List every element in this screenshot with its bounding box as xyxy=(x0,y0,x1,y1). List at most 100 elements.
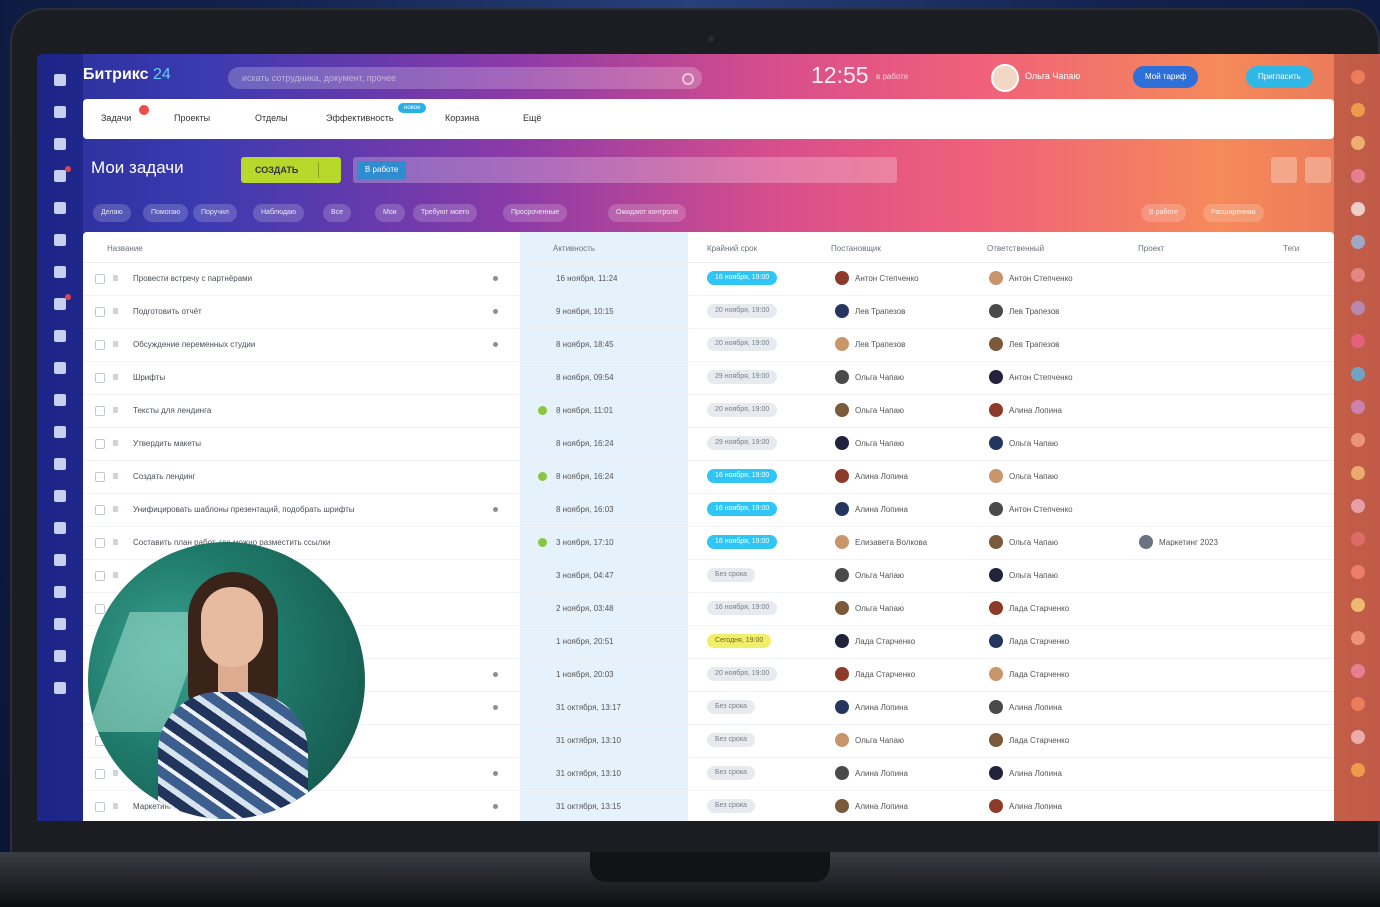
chat-avatar-icon[interactable] xyxy=(1351,70,1365,84)
chat-avatar-icon[interactable] xyxy=(1351,565,1365,579)
creator-name[interactable]: Лада Старченко xyxy=(855,670,915,679)
chat-avatar-icon[interactable] xyxy=(1351,268,1365,282)
pin-icon[interactable] xyxy=(113,770,118,776)
chat-avatar-icon[interactable] xyxy=(1351,235,1365,249)
task-title[interactable]: Утвердить макеты xyxy=(133,439,201,448)
responsible-name[interactable]: Ольга Чапаю xyxy=(1009,439,1058,448)
sidebar-item-icon[interactable] xyxy=(54,522,66,534)
column-header[interactable]: Название xyxy=(107,244,143,253)
row-checkbox[interactable] xyxy=(95,340,105,350)
task-title[interactable]: Тексты для лендинга xyxy=(133,406,211,415)
creator-name[interactable]: Лев Трапезов xyxy=(855,340,905,349)
sidebar-item-icon[interactable] xyxy=(54,294,71,310)
deadline-badge[interactable]: 16 ноября, 19:00 xyxy=(707,502,778,516)
lightning-icon[interactable] xyxy=(1305,157,1331,183)
filter-chip[interactable]: Расширенная xyxy=(1203,204,1264,222)
creator-name[interactable]: Ольга Чапаю xyxy=(855,571,904,580)
task-title[interactable]: Подготовить отчёт xyxy=(133,307,202,316)
row-checkbox[interactable] xyxy=(95,604,105,614)
creator-name[interactable]: Ольга Чапаю xyxy=(855,604,904,613)
chat-avatar-icon[interactable] xyxy=(1351,334,1365,348)
responsible-name[interactable]: Антон Степченко xyxy=(1009,373,1073,382)
filter-search-input[interactable]: В работе xyxy=(353,157,897,183)
table-row[interactable]: Шрифты 8 ноября, 09:54 29 ноября, 19:00 Оль… xyxy=(83,361,1334,395)
pin-icon[interactable] xyxy=(113,308,118,314)
row-checkbox[interactable] xyxy=(95,439,105,449)
deadline-badge[interactable]: Без срока xyxy=(707,733,755,747)
column-header[interactable]: Проект xyxy=(1138,244,1164,253)
deadline-badge[interactable]: 20 ноября, 19:00 xyxy=(707,667,778,681)
creator-name[interactable]: Ольга Чапаю xyxy=(855,373,904,382)
chat-avatar-icon[interactable] xyxy=(1351,532,1365,546)
table-row[interactable]: Унифицировать шаблоны презентаций, подоб… xyxy=(83,493,1334,527)
row-checkbox[interactable] xyxy=(95,472,105,482)
sidebar-item-icon[interactable] xyxy=(54,682,66,694)
chat-avatar-icon[interactable] xyxy=(1351,202,1365,216)
table-row[interactable]: Утвердить макеты 8 ноября, 16:24 29 ноября… xyxy=(83,427,1334,461)
row-checkbox[interactable] xyxy=(95,505,105,515)
pin-icon[interactable] xyxy=(113,539,118,545)
deadline-badge[interactable]: 16 ноября, 19:00 xyxy=(707,271,778,285)
sidebar-item-icon[interactable] xyxy=(54,618,66,630)
row-checkbox[interactable] xyxy=(95,802,105,812)
filter-chip[interactable]: Помогаю xyxy=(143,204,189,222)
sidebar-item-icon[interactable] xyxy=(54,426,66,438)
app-logo[interactable]: Битрикс 24 xyxy=(83,66,171,84)
tab-more[interactable]: Ещё xyxy=(523,113,541,123)
filter-chip[interactable]: Поручил xyxy=(193,204,237,222)
invite-button[interactable]: Пригласить xyxy=(1246,66,1313,88)
pin-icon[interactable] xyxy=(113,407,118,413)
creator-name[interactable]: Елизавета Волкова xyxy=(855,538,927,547)
chat-avatar-icon[interactable] xyxy=(1351,664,1365,678)
filter-chip[interactable]: Требуют моего xyxy=(413,204,478,222)
responsible-name[interactable]: Ольга Чапаю xyxy=(1009,472,1058,481)
creator-name[interactable]: Ольга Чапаю xyxy=(855,736,904,745)
sidebar-item-icon[interactable] xyxy=(54,166,71,182)
tab-departments[interactable]: Отделы xyxy=(255,113,288,123)
tariff-button[interactable]: Мой тариф xyxy=(1133,66,1199,88)
responsible-name[interactable]: Алина Лопина xyxy=(1009,703,1062,712)
pin-icon[interactable] xyxy=(113,341,118,347)
work-status[interactable]: в работе xyxy=(876,72,908,81)
creator-name[interactable]: Лада Старченко xyxy=(855,637,915,646)
responsible-name[interactable]: Лада Старченко xyxy=(1009,637,1069,646)
table-row[interactable]: Провести встречу с партнёрами 16 ноября, … xyxy=(83,262,1334,296)
responsible-name[interactable]: Лада Старченко xyxy=(1009,670,1069,679)
pin-icon[interactable] xyxy=(113,506,118,512)
table-row[interactable]: Создать лендинг 8 ноября, 16:24 16 ноября,… xyxy=(83,460,1334,494)
row-checkbox[interactable] xyxy=(95,538,105,548)
task-title[interactable]: Унифицировать шаблоны презентаций, подоб… xyxy=(133,505,355,514)
chat-avatar-icon[interactable] xyxy=(1351,433,1365,447)
creator-name[interactable]: Антон Степченко xyxy=(855,274,919,283)
project-name[interactable]: Маркетинг 2023 xyxy=(1159,538,1218,547)
row-checkbox[interactable] xyxy=(95,769,105,779)
row-checkbox[interactable] xyxy=(95,274,105,284)
chat-avatar-icon[interactable] xyxy=(1351,169,1365,183)
pin-icon[interactable] xyxy=(113,803,118,809)
responsible-name[interactable]: Ольга Чапаю xyxy=(1009,571,1058,580)
sidebar-item-icon[interactable] xyxy=(54,330,66,342)
chat-avatar-icon[interactable] xyxy=(1351,136,1365,150)
table-row[interactable]: Обсуждение переменных студии 8 ноября, 18… xyxy=(83,328,1334,362)
creator-name[interactable]: Алина Лопина xyxy=(855,769,908,778)
filter-chip[interactable]: Делаю xyxy=(93,204,131,222)
creator-name[interactable]: Алина Лопина xyxy=(855,505,908,514)
settings-icon[interactable] xyxy=(1271,157,1297,183)
creator-name[interactable]: Ольга Чапаю xyxy=(855,406,904,415)
filter-chip[interactable]: В работе xyxy=(1141,204,1187,222)
deadline-badge[interactable]: Без срока xyxy=(707,799,755,813)
deadline-badge[interactable]: 29 ноября, 19:00 xyxy=(707,370,778,384)
chat-avatar-icon[interactable] xyxy=(1351,499,1365,513)
deadline-badge[interactable]: 20 ноября, 19:00 xyxy=(707,304,778,318)
sidebar-item-icon[interactable] xyxy=(54,490,66,502)
column-header[interactable]: Активность xyxy=(553,244,595,253)
sidebar-item-icon[interactable] xyxy=(54,266,66,278)
responsible-name[interactable]: Антон Степченко xyxy=(1009,274,1073,283)
filter-chip[interactable]: Наблюдаю xyxy=(253,204,305,222)
deadline-badge[interactable]: 16 ноября, 19:00 xyxy=(707,535,778,549)
filter-chip[interactable]: Ожидают контроля xyxy=(608,204,686,222)
creator-name[interactable]: Ольга Чапаю xyxy=(855,439,904,448)
filter-chip[interactable]: Все xyxy=(323,204,352,222)
responsible-name[interactable]: Лада Старченко xyxy=(1009,604,1069,613)
responsible-name[interactable]: Алина Лопина xyxy=(1009,769,1062,778)
